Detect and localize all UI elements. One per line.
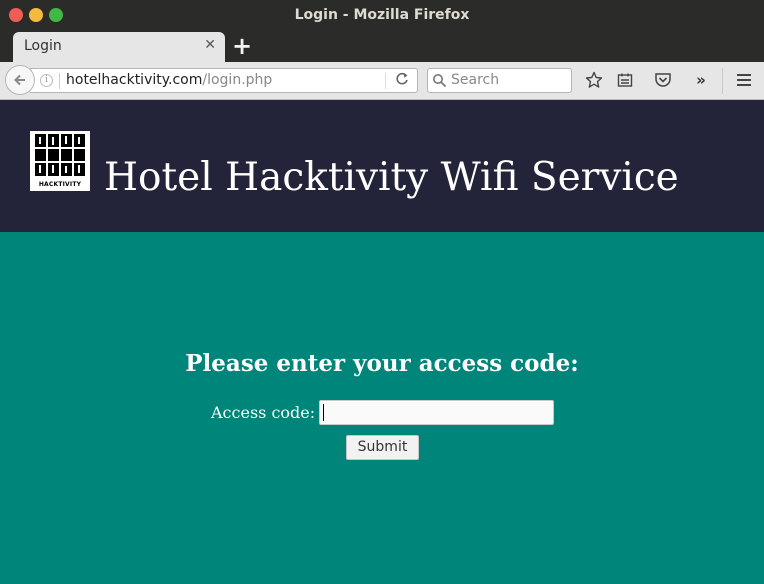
back-button[interactable] <box>5 65 35 95</box>
star-icon[interactable] <box>585 71 603 89</box>
overflow-button[interactable]: » <box>692 71 710 89</box>
search-icon <box>432 73 447 92</box>
search-bar[interactable]: Search <box>427 68 572 93</box>
back-arrow-icon <box>14 74 25 86</box>
window-title: Login - Mozilla Firefox <box>294 7 470 23</box>
reading-list-icon[interactable] <box>616 71 634 89</box>
search-placeholder: Search <box>451 72 500 88</box>
tab-close-icon[interactable]: ✕ <box>204 37 216 53</box>
site-title: Hotel Hacktivity Wifi Service <box>104 155 679 200</box>
url-bar[interactable]: i hotelhacktivity.com/login.php <box>30 68 418 93</box>
info-icon[interactable]: i <box>40 74 53 87</box>
reload-icon[interactable] <box>395 72 409 90</box>
access-code-input[interactable] <box>319 400 554 425</box>
url-divider <box>59 73 60 89</box>
tab-strip: Login ✕ + <box>0 32 764 62</box>
hacktivity-logo: HACKTIVITY <box>30 131 90 191</box>
navigation-toolbar: i hotelhacktivity.com/login.php Search » <box>0 62 764 100</box>
text-cursor <box>323 404 324 421</box>
url-divider-right <box>385 73 386 89</box>
url-path: /login.php <box>202 72 273 88</box>
url-text[interactable]: hotelhacktivity.com/login.php <box>66 72 272 88</box>
submit-button[interactable]: Submit <box>346 435 419 460</box>
new-tab-button[interactable]: + <box>232 33 252 59</box>
site-header: HACKTIVITY Hotel Hacktivity Wifi Service <box>0 100 764 232</box>
tab-login[interactable]: Login ✕ <box>13 32 225 62</box>
window-titlebar: Login - Mozilla Firefox <box>0 0 764 32</box>
logo-text: HACKTIVITY <box>38 181 82 188</box>
url-host: hotelhacktivity.com <box>66 72 203 88</box>
tab-label: Login <box>24 38 62 54</box>
login-heading: Please enter your access code: <box>185 350 579 377</box>
pocket-icon[interactable] <box>654 71 672 89</box>
logo-grid-icon <box>35 134 85 176</box>
toolbar-divider <box>722 68 723 94</box>
access-code-label: Access code: <box>211 403 316 422</box>
menu-icon[interactable] <box>735 71 753 89</box>
